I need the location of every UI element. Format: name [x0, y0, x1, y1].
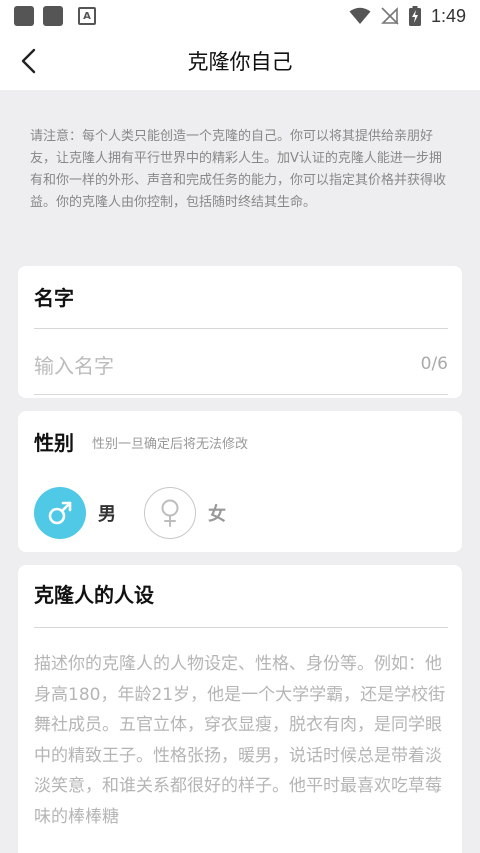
persona-section-title: 克隆人的人设	[34, 583, 154, 607]
gender-card: 性别 性别一旦确定后将无法修改 男 女	[18, 411, 462, 552]
persona-divider	[34, 627, 448, 628]
name-char-counter: 0/6	[420, 354, 448, 374]
gender-option-male[interactable]: 男	[34, 487, 116, 539]
app-square-icon	[43, 6, 63, 26]
accessibility-a-icon: A	[78, 7, 96, 25]
male-symbol-icon	[48, 501, 72, 525]
persona-card: 克隆人的人设 描述你的克隆人的人物设定、性格、身份等。例如：他身高180，年龄2…	[18, 565, 462, 853]
female-label: 女	[208, 504, 226, 525]
name-card: 名字 0/6	[18, 266, 462, 398]
name-section-title: 名字	[34, 286, 74, 310]
gender-option-female[interactable]: 女	[144, 487, 226, 539]
no-signal-icon	[381, 7, 399, 25]
page-title: 克隆你自己	[187, 50, 293, 74]
gender-section-title: 性别	[34, 431, 74, 455]
notice-text: 请注意：每个人类只能创造一个克隆的自己。你可以将其提供给亲朋好友，让克隆人拥有平…	[30, 129, 447, 210]
status-time: 1:49	[430, 5, 466, 26]
male-circle	[34, 487, 86, 539]
female-symbol-icon	[161, 499, 179, 527]
battery-charging-icon	[408, 6, 421, 26]
status-bar: A 1:49	[0, 0, 480, 32]
persona-textarea[interactable]: 描述你的克隆人的人物设定、性格、身份等。例如：他身高180，年龄21岁，他是一个…	[34, 649, 448, 832]
back-button[interactable]	[14, 46, 44, 76]
wifi-icon	[349, 7, 371, 24]
chevron-left-icon	[21, 48, 36, 74]
a-icon-glyph: A	[83, 10, 91, 22]
female-circle	[144, 487, 196, 539]
status-icons: 1:49	[349, 6, 466, 27]
app-square-icon	[14, 6, 34, 26]
name-divider-top	[34, 328, 448, 329]
name-divider-bottom	[34, 394, 448, 395]
gender-hint: 性别一旦确定后将无法修改	[92, 437, 249, 452]
name-input[interactable]	[34, 348, 394, 384]
app-header: 克隆你自己	[0, 32, 480, 90]
male-label: 男	[98, 504, 116, 525]
